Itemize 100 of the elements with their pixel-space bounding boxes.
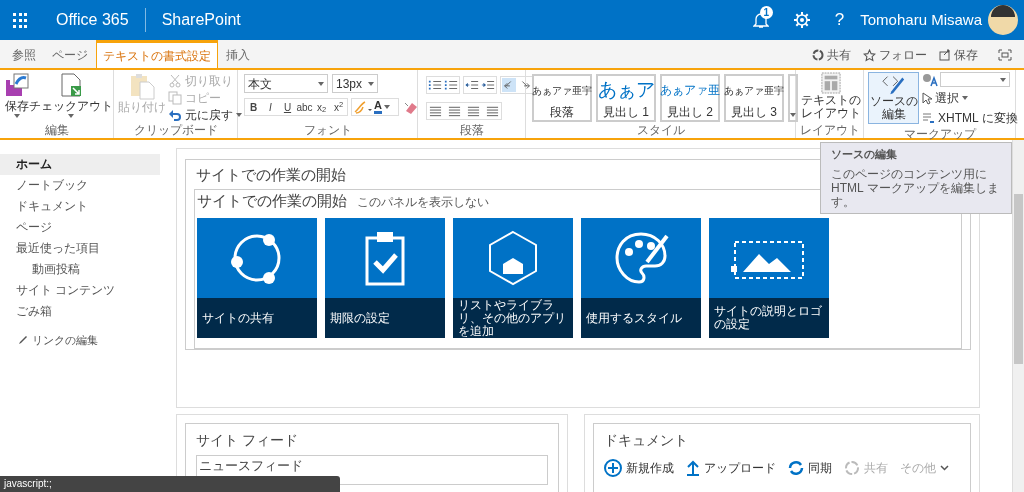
panel-heading: ドキュメント <box>604 431 690 450</box>
scrollbar[interactable] <box>1012 140 1024 492</box>
tooltip-text: このページのコンテンツ用に HTML マークアップを編集します。 <box>831 166 1000 209</box>
avatar-icon[interactable] <box>988 5 1018 35</box>
bullet-list-icon[interactable] <box>428 78 442 92</box>
nav-link[interactable]: 動画投稿 <box>0 259 160 280</box>
caret-icon <box>962 96 968 100</box>
pencil-icon <box>18 335 28 346</box>
nav-link[interactable]: ホーム <box>0 154 160 175</box>
edit-links-link[interactable]: リンクの編集 <box>18 332 177 349</box>
ribbon-button[interactable]: 保存 <box>4 72 30 123</box>
help-button[interactable]: ? <box>834 7 845 33</box>
convert-button[interactable]: XHTML に変換 <box>922 109 1018 127</box>
increase-indent-icon[interactable] <box>481 78 495 92</box>
upload-icon <box>686 460 701 476</box>
pointer-icon <box>922 91 932 105</box>
document-action-button[interactable]: アップロード <box>686 459 777 477</box>
nav-link[interactable]: 最近使った項目 <box>0 238 160 259</box>
hide-panel-link[interactable]: このパネルを表示しない <box>357 193 490 211</box>
nav-link[interactable]: ごみ箱 <box>0 301 160 322</box>
ribbon-tab[interactable]: ページ <box>44 42 96 68</box>
document-action-button[interactable]: 新規作成 <box>604 459 675 477</box>
ribbon-group-label: マークアップ <box>902 127 978 142</box>
tile[interactable]: 期限の設定 <box>325 218 446 338</box>
brand-name[interactable]: Office 365 <box>56 8 129 32</box>
share-icon <box>844 460 861 476</box>
ribbon-tab[interactable]: 挿入 <box>218 42 258 68</box>
justify-icon[interactable] <box>486 105 499 117</box>
style-gallery-item[interactable]: あぁア 見出し 1 <box>596 74 656 122</box>
panel-heading: サイト フィード <box>196 431 300 450</box>
caret-icon <box>383 105 390 109</box>
document-icon <box>58 72 84 98</box>
ribbon-group-label: レイアウト <box>798 123 861 138</box>
format-button[interactable]: abc <box>296 99 313 115</box>
format-button[interactable]: U <box>279 99 296 115</box>
font-dropdown[interactable]: 本文 <box>244 74 328 93</box>
scrollbar-thumb[interactable] <box>1014 194 1023 364</box>
ribbon-button[interactable]: テキストのレイアウト <box>800 72 862 123</box>
caret-icon <box>14 114 20 118</box>
style-gallery-item[interactable]: あぁアァ亜宇 段落 <box>532 74 592 122</box>
code-pencil-icon <box>881 73 906 95</box>
edit-source-button[interactable]: ソースの編集 <box>868 72 919 124</box>
tooltip-title: ソースの編集 <box>831 147 898 162</box>
copy-icon <box>168 90 182 105</box>
nav-link[interactable]: ページ <box>0 217 160 238</box>
ribbon-action-button[interactable]: フォロー <box>863 46 927 64</box>
fullscreen-icon[interactable] <box>998 49 1012 61</box>
tile[interactable]: サイトの説明とロゴの設定 <box>709 218 830 338</box>
clipboard-icon <box>128 72 156 100</box>
ribbon-group-label: 段落 <box>458 123 485 138</box>
ribbon-group-label: スタイル <box>635 123 686 138</box>
nav-link[interactable]: ノートブック <box>0 175 160 196</box>
align-right-icon[interactable] <box>467 105 480 117</box>
align-center-icon[interactable] <box>448 105 461 117</box>
ribbon-group-label: クリップボード <box>132 123 219 138</box>
nav-link[interactable]: ドキュメント <box>0 196 160 217</box>
document-action-button[interactable]: 同期 <box>788 459 833 477</box>
format-button[interactable]: B <box>245 99 262 115</box>
chevron-down-icon <box>940 465 950 471</box>
ribbon-button[interactable]: チェックアウト <box>30 72 112 123</box>
save-icon <box>4 72 30 98</box>
format-button[interactable]: x$^{2}$ <box>330 99 347 115</box>
font-size-dropdown[interactable]: 13px <box>332 74 378 93</box>
format-button[interactable]: I <box>262 99 279 115</box>
tile[interactable]: 使用するスタイル <box>581 218 702 338</box>
text-direction-icon[interactable] <box>502 78 516 92</box>
tile[interactable]: リストやライブラリ、その他のアプリを追加 <box>453 218 574 338</box>
caret-icon <box>790 113 796 117</box>
caret-icon <box>1000 77 1006 82</box>
convert-icon <box>922 112 935 124</box>
star-icon <box>863 48 876 62</box>
gallery-scroll-button[interactable] <box>788 74 798 122</box>
user-name[interactable]: Tomoharu Misawa <box>860 8 982 32</box>
settings-icon[interactable] <box>792 11 811 29</box>
sync-icon <box>812 49 824 61</box>
format-button[interactable]: x$_{2}$ <box>313 99 330 115</box>
style-gallery-item[interactable]: あぁアァ亜 見出し 2 <box>660 74 720 122</box>
ribbon-action-button[interactable]: 共有 <box>812 46 851 64</box>
language-icon <box>922 72 938 87</box>
save-icon <box>939 49 951 61</box>
add-icon <box>604 459 623 477</box>
ribbon-tab[interactable]: 参照 <box>4 42 44 68</box>
notification-badge: 1 <box>759 6 773 19</box>
ribbon-action-button[interactable]: 保存 <box>939 46 978 64</box>
decrease-indent-icon[interactable] <box>465 78 479 92</box>
ribbon-small-button[interactable]: 元に戻す <box>168 106 242 123</box>
scissors-icon <box>168 73 182 88</box>
align-left-icon[interactable] <box>429 105 442 117</box>
caret-icon <box>368 81 374 86</box>
caret-icon <box>68 114 74 118</box>
panel-title: サイトでの作業の開始 <box>196 165 347 185</box>
numbered-list-icon[interactable] <box>444 78 458 92</box>
sync-icon <box>788 460 805 476</box>
nav-link[interactable]: サイト コンテンツ <box>0 280 160 301</box>
select-button[interactable]: 選択 <box>922 89 1018 107</box>
caret-icon <box>236 112 242 117</box>
style-gallery-item[interactable]: あぁアァ亜宇 見出し 3 <box>724 74 784 122</box>
app-name[interactable]: SharePoint <box>161 8 241 32</box>
layout-icon <box>821 72 841 94</box>
tile[interactable]: サイトの共有 <box>197 218 318 338</box>
